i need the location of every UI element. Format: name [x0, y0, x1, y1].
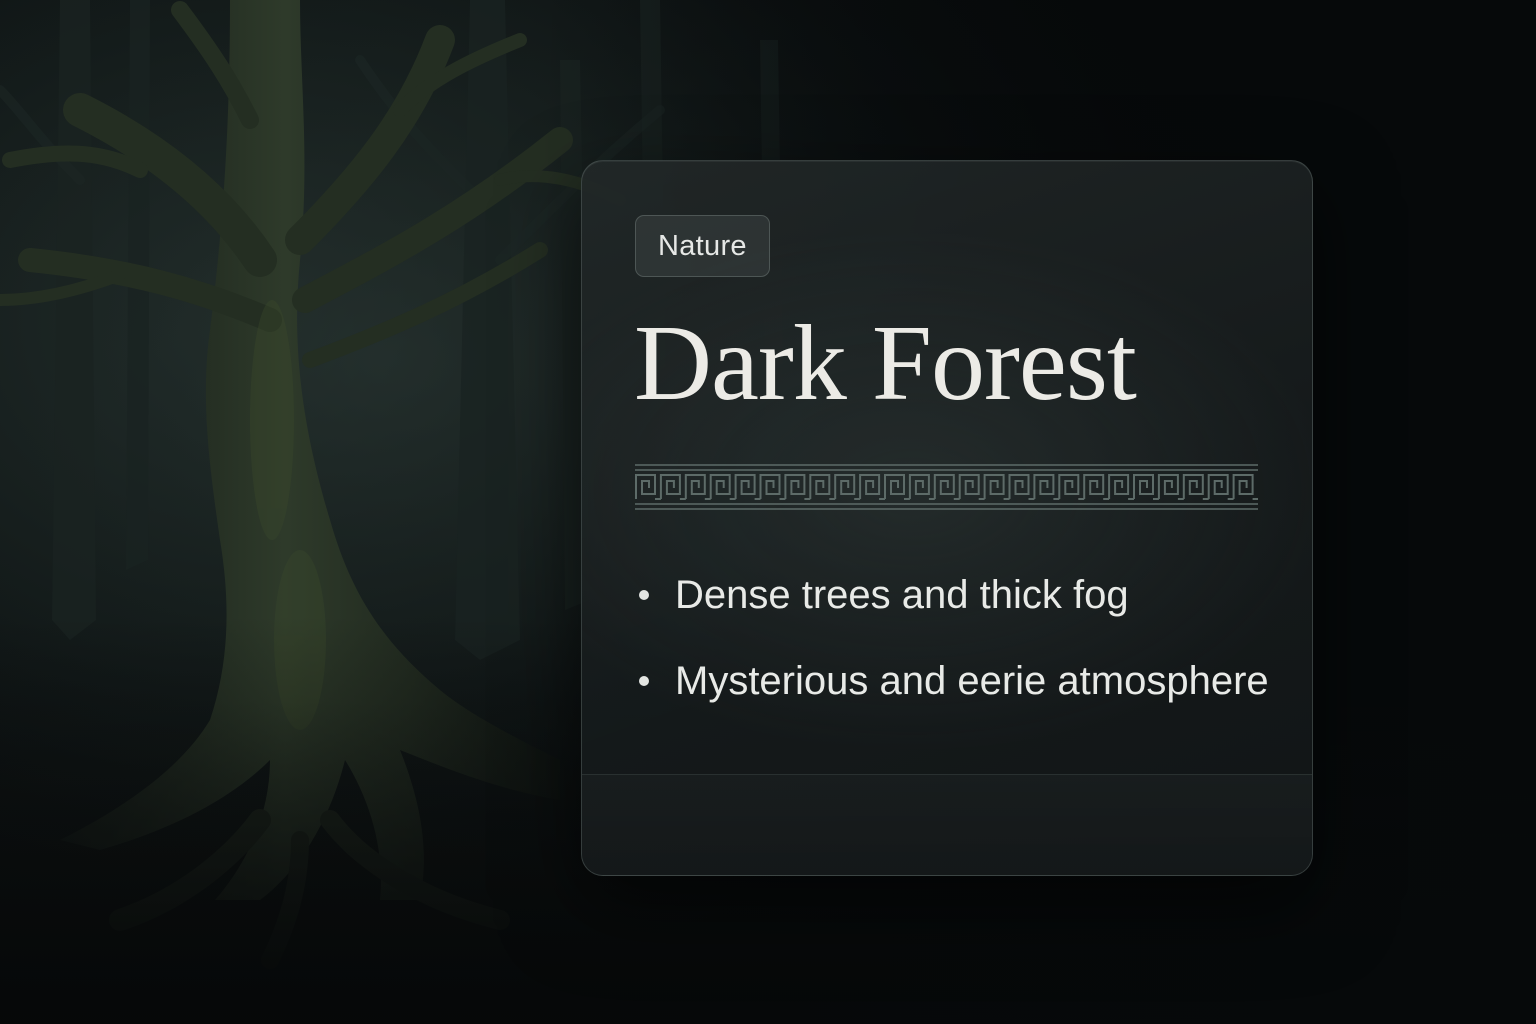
list-item: Dense trees and thick fog — [639, 569, 1269, 621]
info-card: Nature Dark Forest Dense trees and thick… — [581, 160, 1313, 876]
greek-key-pattern — [635, 474, 1258, 500]
list-item: Mysterious and eerie atmosphere — [639, 655, 1269, 707]
bullet-icon — [639, 590, 649, 600]
feature-list: Dense trees and thick fog Mysterious and… — [639, 569, 1269, 741]
category-tag[interactable]: Nature — [635, 215, 770, 277]
list-item-text: Dense trees and thick fog — [675, 573, 1129, 617]
card-title: Dark Forest — [634, 304, 1137, 423]
greek-key-divider — [635, 464, 1258, 510]
bullet-icon — [639, 676, 649, 686]
list-item-text: Mysterious and eerie atmosphere — [675, 659, 1269, 703]
slide-canvas: Nature Dark Forest Dense trees and thick… — [0, 0, 1536, 1024]
card-footer — [582, 774, 1312, 875]
